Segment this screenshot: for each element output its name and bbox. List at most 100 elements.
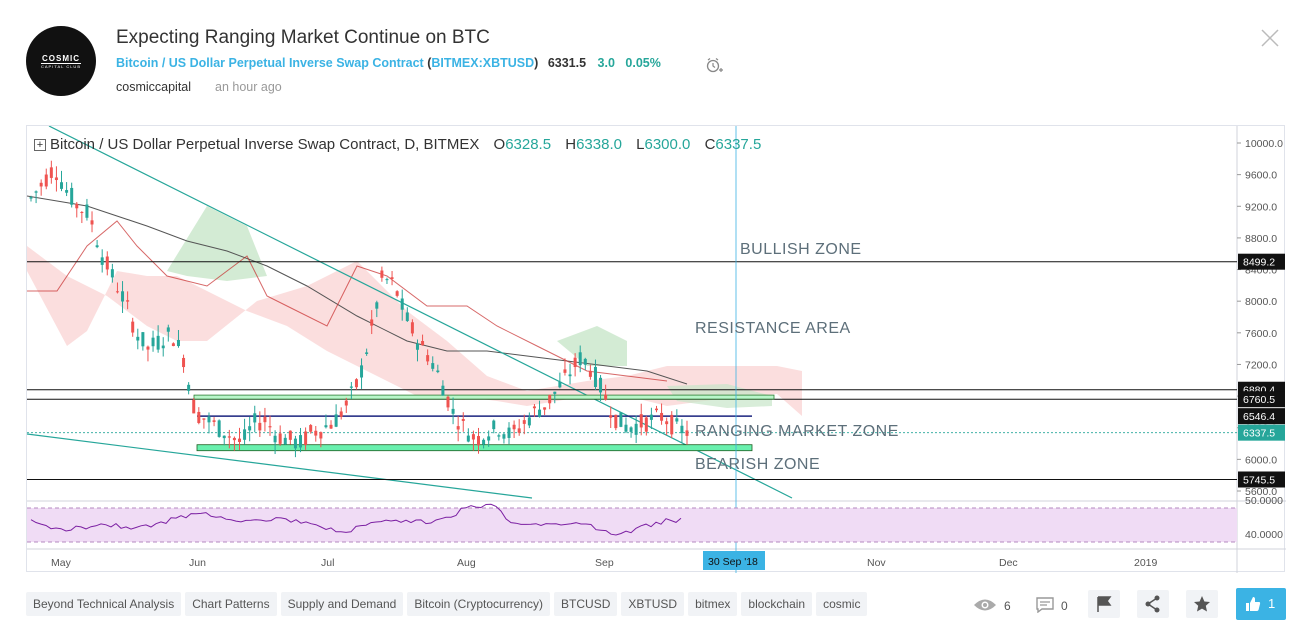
candle-body: [507, 427, 511, 438]
candle-body: [573, 357, 577, 368]
tag[interactable]: bitmex: [688, 592, 738, 616]
publish-time: an hour ago: [215, 80, 282, 94]
candle-body: [456, 426, 460, 430]
candle-body: [288, 430, 292, 440]
chart-panel[interactable]: 10000.0 9600.0 9200.0 8800.0 8400.0 8000.0 760…: [26, 125, 1286, 573]
author-name[interactable]: cosmiccapital: [116, 80, 191, 94]
candle-body: [548, 394, 552, 404]
candle-body: [29, 197, 33, 199]
tag[interactable]: Bitcoin (Cryptocurrency): [407, 592, 551, 616]
symbol-price: 6331.5: [547, 56, 587, 70]
candle-body: [624, 424, 628, 432]
candle-body: [466, 435, 470, 442]
candle-body: [461, 418, 465, 421]
comment-icon[interactable]: [1036, 597, 1054, 613]
candle-body: [141, 332, 145, 347]
price-badge-label: 6760.5: [1243, 394, 1275, 406]
time-tick-label: Jun: [189, 557, 206, 569]
tag[interactable]: BTCUSD: [554, 592, 618, 616]
candle-body: [400, 298, 404, 310]
price-tick-label: 9600.0: [1245, 170, 1277, 182]
candle-body: [665, 421, 669, 425]
candle-body: [675, 418, 679, 422]
candle-body: [329, 424, 333, 429]
candle-body: [248, 426, 252, 431]
close-icon[interactable]: [1258, 26, 1282, 50]
candle-body: [243, 429, 247, 440]
candle-body: [522, 420, 526, 424]
candle-body: [258, 422, 262, 431]
flag-button[interactable]: [1088, 590, 1120, 618]
candle-body: [421, 341, 425, 346]
expand-icon[interactable]: +: [34, 139, 46, 151]
resistance-band: [193, 394, 775, 400]
candle-body: [54, 177, 58, 181]
candle-body: [314, 430, 318, 436]
candle-body: [207, 416, 211, 423]
favorite-button[interactable]: [1186, 590, 1218, 618]
candle-body: [319, 432, 323, 439]
candle-body: [588, 370, 592, 377]
legend-high: 6338.0: [576, 136, 622, 153]
candle-body: [60, 182, 64, 189]
candle-body: [385, 279, 389, 281]
legend-low: 6300.0: [644, 136, 691, 153]
likes-count: 1: [1268, 596, 1276, 611]
legend-open: 6328.5: [505, 136, 552, 153]
candle-body: [563, 369, 567, 373]
tag[interactable]: Supply and Demand: [280, 592, 404, 616]
candle-body: [232, 437, 236, 441]
candle-body: [609, 415, 613, 418]
candle-body: [629, 427, 633, 432]
candle-body: [390, 277, 394, 279]
time-tick-label: May: [51, 557, 72, 569]
price-tick-label: 8000.0: [1245, 296, 1277, 308]
tag[interactable]: XBTUSD: [621, 592, 685, 616]
tag[interactable]: Chart Patterns: [185, 592, 277, 616]
candle-body: [126, 300, 130, 302]
symbol-row: Bitcoin / US Dollar Perpetual Inverse Sw…: [116, 56, 661, 70]
like-button[interactable]: 1: [1236, 588, 1286, 620]
logo-text: COSMIC: [42, 54, 80, 63]
price-chart[interactable]: 10000.09600.09200.08800.08400.08000.0760…: [27, 126, 1286, 573]
candle-body: [604, 394, 608, 400]
candle-body: [304, 431, 308, 445]
candle-body: [166, 327, 170, 332]
ranging-zone-label: RANGING MARKET ZONE: [695, 423, 899, 440]
candle-body: [146, 346, 150, 350]
candle-body: [263, 416, 267, 423]
candle-body: [309, 425, 313, 432]
symbol-code-link[interactable]: BITMEX:XBTUSD: [431, 56, 534, 70]
resistance-area-label: RESISTANCE AREA: [695, 320, 851, 337]
tag[interactable]: Beyond Technical Analysis: [26, 592, 182, 616]
thumbs-up-icon: [1246, 597, 1261, 611]
candle-body: [202, 418, 206, 420]
candle-body: [395, 291, 399, 296]
candle-body: [65, 190, 69, 193]
price-tick-label: 6000.0: [1245, 454, 1277, 466]
candle-body: [477, 436, 481, 446]
candle-body: [583, 358, 587, 365]
author-avatar[interactable]: COSMIC CAPITAL CLUB: [26, 26, 96, 96]
price-badge-label: 6546.4: [1243, 411, 1275, 423]
candle-body: [649, 414, 653, 420]
views-count: 6: [1004, 599, 1011, 613]
bullish-zone-label: BULLISH ZONE: [740, 241, 862, 258]
alarm-clock-icon[interactable]: [705, 56, 723, 74]
tag[interactable]: cosmic: [816, 592, 868, 616]
candle-body: [497, 435, 501, 437]
candle-body: [227, 436, 231, 438]
symbol-link[interactable]: Bitcoin / US Dollar Perpetual Inverse Sw…: [116, 56, 424, 70]
time-tick-label: Nov: [867, 557, 886, 569]
flag-icon: [1097, 596, 1112, 612]
candle-body: [517, 428, 521, 433]
candle-body: [654, 408, 658, 411]
candle-body: [85, 204, 89, 218]
share-button[interactable]: [1137, 590, 1169, 618]
candle-body: [614, 414, 618, 429]
rsi-tick-label: 40.0000: [1245, 529, 1283, 541]
tag[interactable]: blockchain: [741, 592, 813, 616]
comments-count: 0: [1061, 599, 1068, 613]
candle-body: [482, 439, 486, 445]
candle-body: [90, 220, 94, 225]
